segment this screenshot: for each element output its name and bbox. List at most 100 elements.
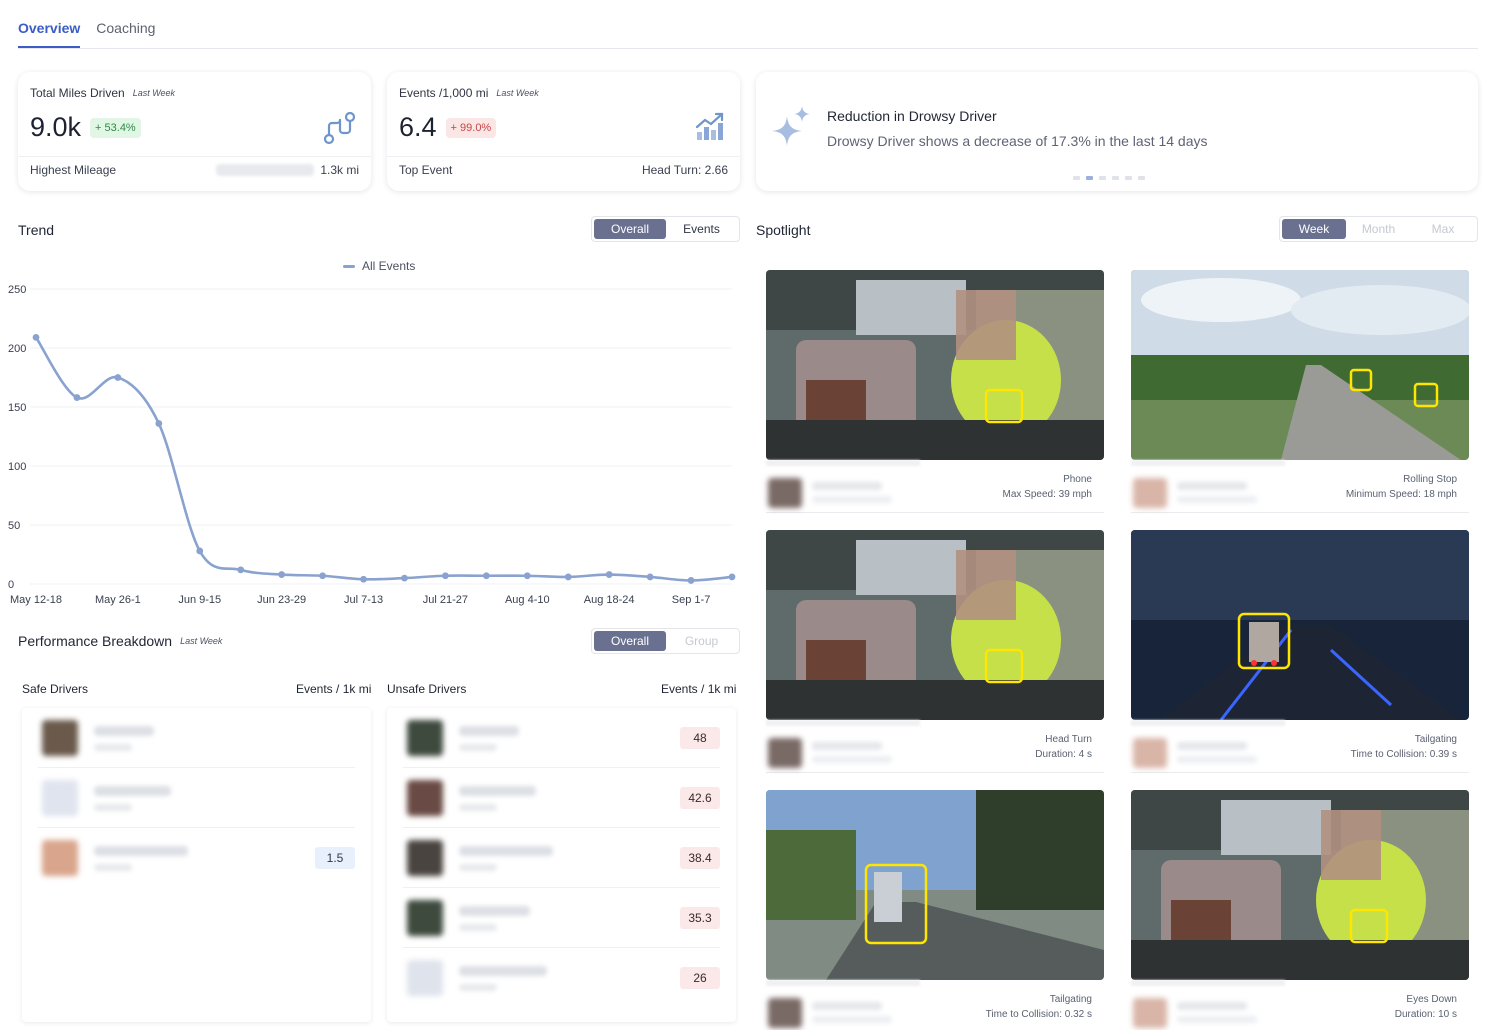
spotlight-card[interactable]: Head Turn Duration: 4 s: [766, 530, 1104, 773]
event-type: Rolling Stop: [1403, 474, 1457, 485]
range-max[interactable]: Max: [1411, 219, 1475, 239]
event-meta: Rolling Stop Minimum Speed: 18 mph: [1346, 472, 1457, 502]
redacted-strip: [766, 980, 920, 986]
trend-toggle: Overall Events: [591, 216, 740, 242]
driver-group-redacted: [459, 984, 497, 991]
table-row[interactable]: 26: [403, 948, 720, 1008]
table-row[interactable]: 35.3: [403, 888, 720, 948]
carousel-dot[interactable]: [1138, 176, 1145, 180]
x-tick-label: Jul 21-27: [423, 594, 468, 606]
insight-card: Reduction in Drowsy Driver Drowsy Driver…: [756, 72, 1478, 191]
route-icon: [321, 110, 357, 151]
carousel-dot[interactable]: [1125, 176, 1132, 180]
data-point: [155, 420, 163, 427]
event-type: Tailgating: [1414, 734, 1457, 745]
miles-footer-value: 1.3k mi: [320, 163, 359, 177]
range-month[interactable]: Month: [1346, 219, 1411, 239]
safe-drivers-label: Safe Drivers: [22, 682, 89, 696]
miles-footer-label: Highest Mileage: [30, 163, 117, 177]
data-point: [237, 566, 245, 574]
tab-coaching[interactable]: Coaching: [96, 14, 155, 48]
range-week[interactable]: Week: [1282, 219, 1346, 239]
event-video-thumbnail[interactable]: [1131, 530, 1469, 720]
score-badge: 35.3: [680, 907, 720, 929]
y-tick-label: 50: [8, 520, 20, 532]
event-type: Head Turn: [1045, 734, 1092, 745]
events-title: Events /1,000 mi: [399, 86, 489, 100]
avatar: [768, 738, 802, 768]
table-row[interactable]: 38.4: [403, 828, 720, 888]
driver-name-redacted: [1177, 482, 1247, 490]
event-video-thumbnail[interactable]: [1131, 790, 1469, 980]
avatar: [407, 840, 443, 876]
performance-toggle-group[interactable]: Group: [666, 631, 737, 651]
miles-stat-card: Total Miles Driven Last Week 9.0k + 53.4…: [18, 72, 371, 191]
score-badge: 48: [680, 727, 720, 749]
carousel-dot[interactable]: [1073, 176, 1080, 180]
data-point: [319, 572, 326, 580]
driver-name-redacted: [459, 966, 547, 976]
event-detail: Duration: 10 s: [1394, 1009, 1457, 1020]
event-meta: Phone Max Speed: 39 mph: [1003, 472, 1093, 502]
avatar: [1133, 998, 1167, 1028]
redacted-strip: [1131, 720, 1285, 726]
trend-toggle-overall[interactable]: Overall: [594, 219, 666, 239]
spotlight-card[interactable]: Eyes Down Duration: 10 s: [1131, 790, 1469, 1030]
y-tick-label: 250: [8, 284, 26, 296]
event-video-thumbnail[interactable]: [1131, 270, 1469, 460]
trend-title: Trend: [18, 222, 55, 238]
data-point: [196, 547, 204, 555]
driver-name-redacted: [94, 846, 188, 856]
driver-group-redacted: [459, 744, 497, 751]
driver-group-redacted: [459, 804, 497, 811]
carousel-dot[interactable]: [1086, 176, 1093, 180]
event-detail: Minimum Speed: 18 mph: [1345, 489, 1457, 500]
performance-toggle-overall[interactable]: Overall: [594, 631, 666, 651]
data-point: [523, 572, 531, 580]
spotlight-card[interactable]: Tailgating Time to Collision: 0.32 s: [766, 790, 1104, 1030]
event-video-thumbnail[interactable]: [766, 270, 1104, 460]
driver-group-redacted: [812, 756, 892, 763]
miles-change-badge: + 53.4%: [90, 117, 141, 138]
tab-overview[interactable]: Overview: [18, 14, 81, 48]
events-stat-card: Events /1,000 mi Last Week 6.4 + 99.0% T…: [387, 72, 740, 191]
avatar: [768, 998, 802, 1028]
spotlight-card[interactable]: Phone Max Speed: 39 mph: [766, 270, 1104, 513]
driver-name-redacted: [459, 786, 536, 796]
spotlight-card[interactable]: Rolling Stop Minimum Speed: 18 mph: [1131, 270, 1469, 513]
spotlight-card[interactable]: Tailgating Time to Collision: 0.39 s: [1131, 530, 1469, 773]
avatar: [1133, 738, 1167, 768]
data-point: [32, 333, 40, 341]
driver-name-redacted: [459, 726, 519, 736]
trend-toggle-events[interactable]: Events: [666, 219, 737, 239]
table-row[interactable]: 42.6: [403, 768, 720, 828]
insight-text: Drowsy Driver shows a decrease of 17.3% …: [827, 133, 1208, 149]
event-meta: Tailgating Time to Collision: 0.39 s: [1351, 732, 1457, 762]
table-row[interactable]: [38, 708, 355, 768]
events-footer-value: Head Turn: 2.66: [641, 163, 728, 177]
x-tick-label: Aug 18-24: [584, 594, 635, 606]
miles-value: 9.0k: [30, 112, 82, 142]
data-point: [646, 573, 654, 581]
driver-group-redacted: [1177, 756, 1257, 763]
data-point: [564, 573, 572, 581]
carousel-dot[interactable]: [1112, 176, 1119, 180]
table-row[interactable]: [38, 768, 355, 828]
event-video-thumbnail[interactable]: [766, 530, 1104, 720]
table-row[interactable]: 1.5: [38, 828, 355, 888]
x-tick-label: May 12-18: [10, 594, 62, 606]
event-video-thumbnail[interactable]: [766, 790, 1104, 980]
driver-group-redacted: [1177, 1016, 1257, 1023]
driver-name-redacted: [94, 726, 154, 736]
avatar: [407, 720, 443, 756]
table-row[interactable]: 48: [403, 708, 720, 768]
x-tick-label: Jul 7-13: [344, 594, 383, 606]
driver-name-redacted: [812, 742, 882, 750]
driver-name-redacted: [94, 786, 171, 796]
data-point: [73, 394, 81, 401]
tab-bar: Overview Coaching: [18, 14, 1478, 49]
data-point: [687, 577, 695, 584]
data-point: [482, 572, 490, 580]
y-tick-label: 0: [8, 579, 14, 591]
carousel-dot[interactable]: [1099, 176, 1106, 180]
